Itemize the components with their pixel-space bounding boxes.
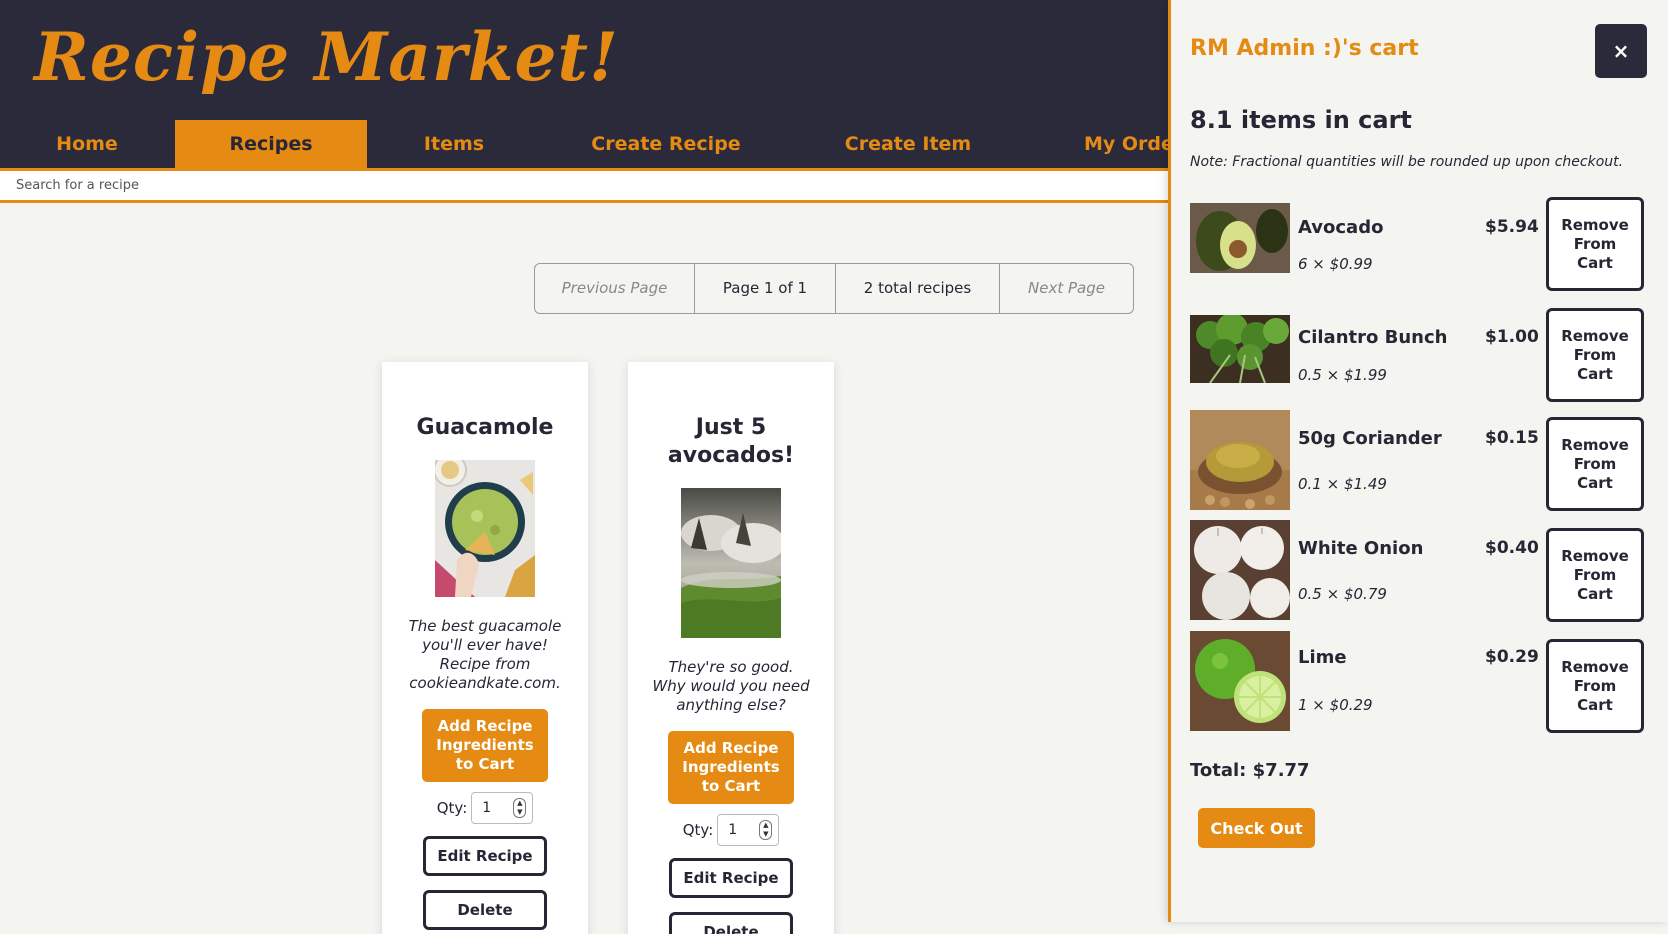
- cart-item-name: Lime: [1298, 647, 1347, 668]
- close-cart-button[interactable]: ×: [1595, 24, 1647, 78]
- remove-from-cart-button[interactable]: Remove From Cart: [1546, 197, 1644, 291]
- spinner-arrows-icon[interactable]: ▲ ▼: [759, 820, 773, 840]
- avocado-photo: [1190, 203, 1290, 273]
- cart-item-quantity: 0.1 × $1.49: [1298, 475, 1387, 493]
- cart-item-count: 8.1 items in cart: [1190, 106, 1412, 134]
- recipe-card: Just 5 avocados! They're so good. Why wo…: [628, 362, 834, 934]
- landscape-image: [681, 488, 781, 638]
- cart-item-quantity: 6 × $0.99: [1298, 255, 1373, 273]
- recipe-title: Just 5 avocados!: [667, 415, 795, 468]
- nav-recipes[interactable]: Recipes: [175, 120, 367, 168]
- quantity-stepper[interactable]: 1 ▲ ▼: [471, 792, 534, 824]
- remove-from-cart-button[interactable]: Remove From Cart: [1546, 528, 1644, 622]
- qty-label: Qty:: [436, 799, 468, 817]
- guacamole-image: [435, 460, 535, 597]
- cilantro-photo: [1190, 315, 1290, 383]
- remove-from-cart-button[interactable]: Remove From Cart: [1546, 308, 1644, 402]
- recipe-search-input[interactable]: [0, 171, 1170, 203]
- recipe-description: They're so good. Why would you need anyt…: [652, 658, 810, 714]
- checkout-button[interactable]: Check Out: [1198, 808, 1315, 848]
- cart-item-quantity: 0.5 × $1.99: [1298, 366, 1387, 384]
- nav-create-item[interactable]: Create Item: [830, 120, 986, 168]
- quantity-stepper[interactable]: 1 ▲ ▼: [717, 814, 780, 846]
- cart-item: White Onion 0.5 × $0.79 $0.40 Remove Fro…: [1190, 520, 1650, 622]
- cart-item-price: $5.94: [1485, 217, 1539, 237]
- cart-item-price: $0.15: [1485, 428, 1539, 448]
- delete-recipe-button[interactable]: Delete: [669, 912, 793, 934]
- cart-title: RM Admin :)'s cart: [1190, 36, 1419, 61]
- remove-from-cart-button[interactable]: Remove From Cart: [1546, 417, 1644, 511]
- cart-total: Total: $7.77: [1190, 760, 1310, 781]
- qty-value: 1: [728, 822, 738, 838]
- edit-recipe-button[interactable]: Edit Recipe: [423, 836, 547, 876]
- spinner-arrows-icon[interactable]: ▲ ▼: [513, 798, 527, 818]
- recipe-card: Guacamole The best guacamole you'll ever…: [382, 362, 588, 934]
- coriander-photo: [1190, 410, 1290, 510]
- page-indicator: Page 1 of 1: [695, 264, 836, 313]
- lime-photo: [1190, 631, 1290, 731]
- recipe-description: The best guacamole you'll ever have! Rec…: [408, 617, 562, 692]
- nav-home[interactable]: Home: [28, 120, 146, 168]
- cart-item: Cilantro Bunch 0.5 × $1.99 $1.00 Remove …: [1190, 308, 1650, 402]
- cart-item-price: $1.00: [1485, 327, 1539, 347]
- cart-item-quantity: 1 × $0.29: [1298, 696, 1373, 714]
- cart-item: Avocado 6 × $0.99 $5.94 Remove From Cart: [1190, 197, 1650, 291]
- cart-note: Note: Fractional quantities will be roun…: [1190, 154, 1624, 170]
- main-nav: Home Recipes Items Create Recipe Create …: [0, 120, 1195, 168]
- qty-label: Qty:: [682, 821, 714, 839]
- recipe-title: Guacamole: [416, 415, 554, 440]
- cart-item: Lime 1 × $0.29 $0.29 Remove From Cart: [1190, 631, 1650, 733]
- qty-value: 1: [482, 800, 492, 816]
- delete-recipe-button[interactable]: Delete: [423, 890, 547, 930]
- close-icon: ×: [1612, 39, 1630, 63]
- pagination: Previous Page Page 1 of 1 2 total recipe…: [534, 263, 1134, 314]
- nav-items[interactable]: Items: [392, 120, 516, 168]
- quantity-row: Qty: 1 ▲ ▼: [382, 792, 588, 824]
- cart-item-price: $0.40: [1485, 538, 1539, 558]
- nav-create-recipe[interactable]: Create Recipe: [576, 120, 756, 168]
- total-recipes: 2 total recipes: [836, 264, 1000, 313]
- add-ingredients-to-cart-button[interactable]: Add Recipe Ingredients to Cart: [422, 709, 548, 782]
- cart-item-name: White Onion: [1298, 538, 1424, 559]
- quantity-row: Qty: 1 ▲ ▼: [628, 814, 834, 846]
- cart-item-name: Cilantro Bunch: [1298, 327, 1448, 348]
- cart-item-name: 50g Coriander: [1298, 428, 1442, 449]
- cart-panel: RM Admin :)'s cart × 8.1 items in cart N…: [1168, 0, 1668, 922]
- edit-recipe-button[interactable]: Edit Recipe: [669, 858, 793, 898]
- cart-item-name: Avocado: [1298, 217, 1384, 238]
- remove-from-cart-button[interactable]: Remove From Cart: [1546, 639, 1644, 733]
- white-onion-photo: [1190, 520, 1290, 620]
- next-page-button[interactable]: Next Page: [1000, 264, 1133, 313]
- cart-item-price: $0.29: [1485, 647, 1539, 667]
- cart-item-quantity: 0.5 × $0.79: [1298, 585, 1387, 603]
- site-logo[interactable]: Recipe Market!: [34, 18, 619, 96]
- previous-page-button[interactable]: Previous Page: [535, 264, 695, 313]
- add-ingredients-to-cart-button[interactable]: Add Recipe Ingredients to Cart: [668, 731, 794, 804]
- cart-item: 50g Coriander 0.1 × $1.49 $0.15 Remove F…: [1190, 410, 1650, 511]
